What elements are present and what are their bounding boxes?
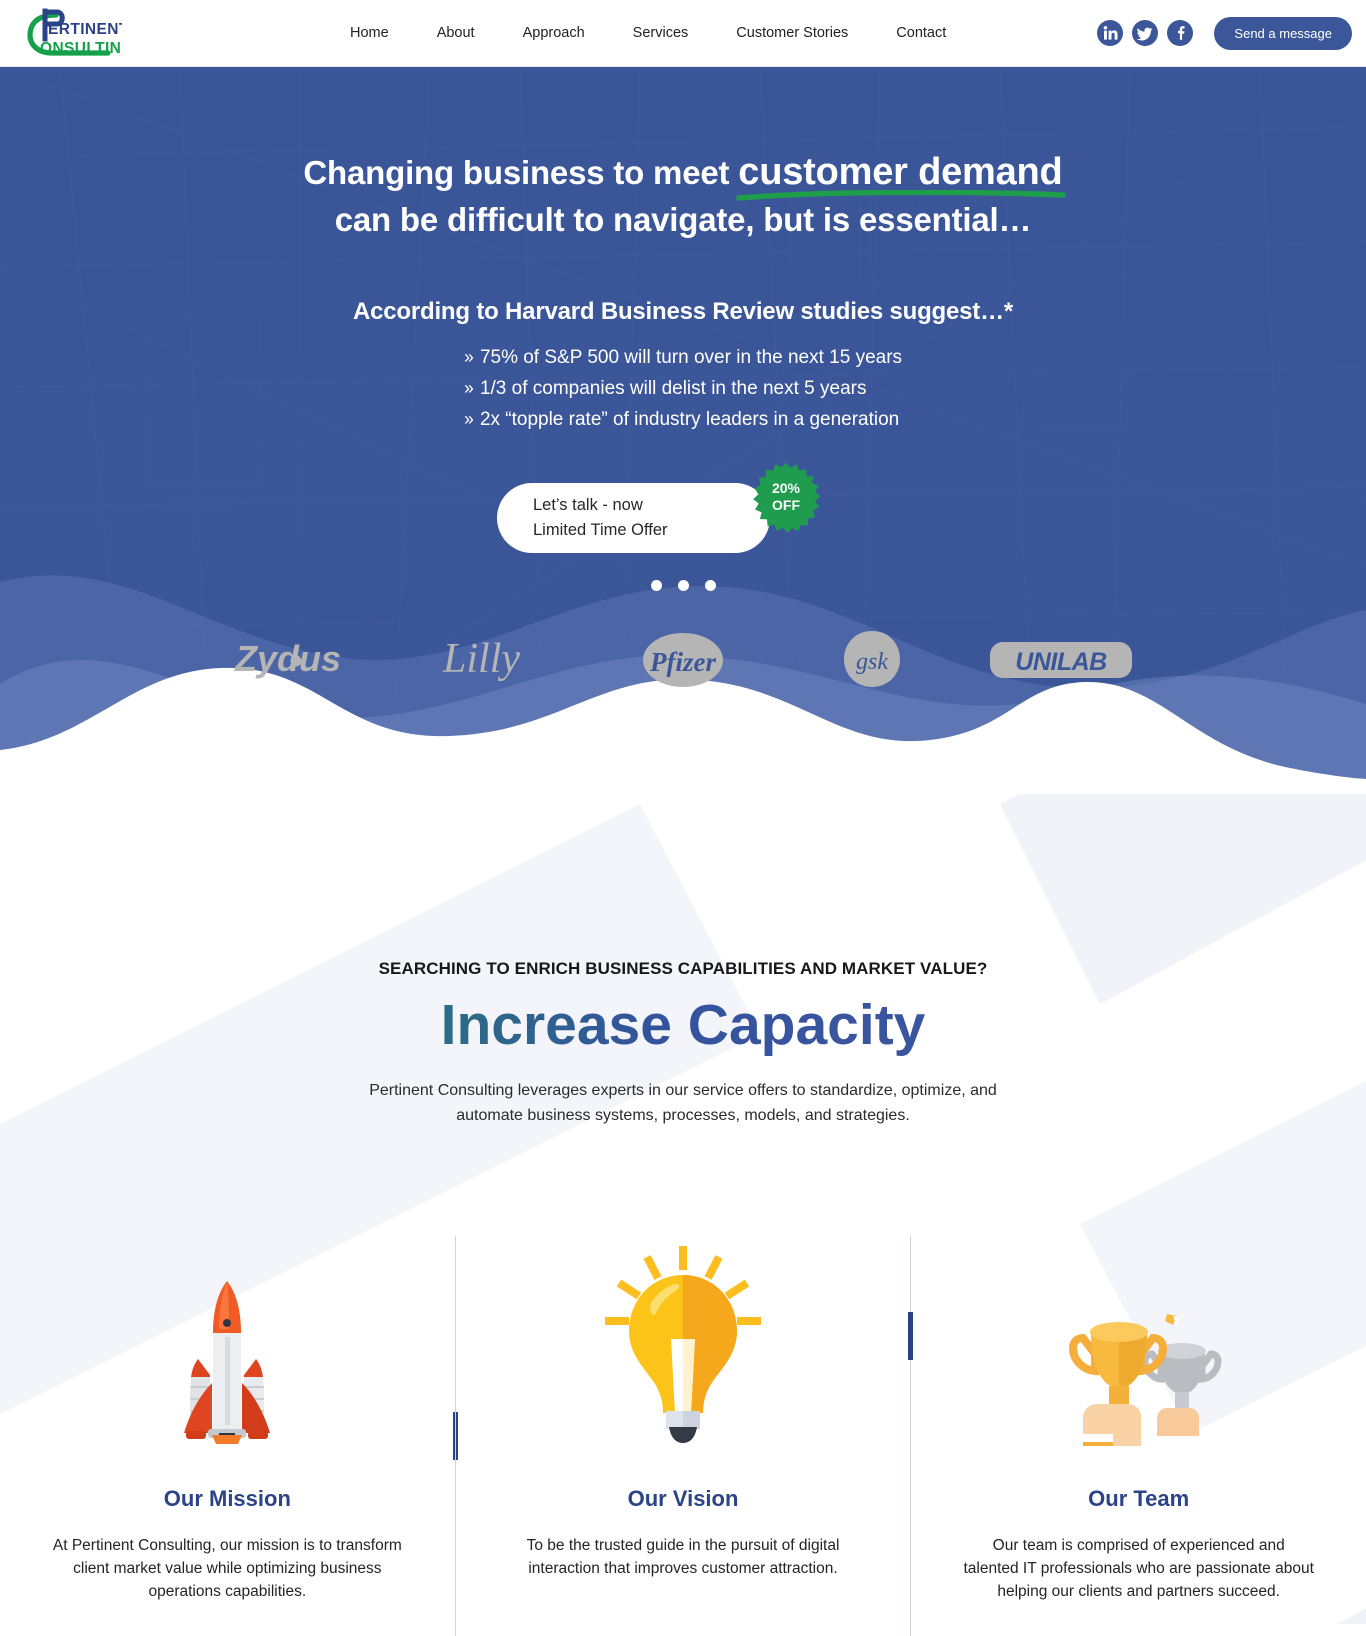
svg-text:ONSULTING: ONSULTING — [40, 40, 122, 57]
svg-text:ERTINENT: ERTINENT — [48, 21, 122, 38]
nav-item-about[interactable]: About — [437, 25, 475, 41]
svg-text:UNILAB: UNILAB — [1015, 648, 1107, 676]
hero-cta-area: Let’s talk - now Limited Time Offer 20% O… — [0, 462, 1366, 563]
header-actions: Send a message — [1097, 16, 1352, 50]
card-title: Our Team — [1088, 1486, 1190, 1511]
client-logo-strip: Zydus Lilly Pfizer gsk UNILAB — [0, 629, 1366, 691]
hero-bullet-item: ›› 2x “topple rate” of industry leaders i… — [464, 404, 902, 435]
headline-line-2: can be difficult to navigate, but is ess… — [334, 201, 1032, 238]
chevron-double-right-icon: ›› — [463, 378, 474, 398]
hero-bullet-item: ›› 75% of S&P 500 will turn over in the n… — [464, 342, 902, 373]
badge-off: OFF — [772, 497, 800, 513]
hero-section: Changing business to meet customer deman… — [0, 67, 1366, 794]
svg-text:gsk: gsk — [856, 649, 888, 675]
card-title: Our Mission — [163, 1486, 291, 1511]
send-message-button[interactable]: Send a message — [1214, 16, 1352, 50]
section-title: Increase Capacity — [0, 993, 1366, 1057]
gsk-logo-icon: gsk — [844, 631, 900, 687]
brand-logo[interactable]: ERTINENT ONSULTING — [12, 5, 133, 61]
lets-talk-button[interactable]: Let’s talk - now Limited Time Offer — [497, 483, 770, 553]
svg-text:Pfizer: Pfizer — [649, 647, 716, 677]
logo-lilly: Lilly — [400, 632, 589, 688]
carousel-dot-2[interactable] — [677, 580, 689, 591]
underline-swash-icon — [736, 190, 1067, 201]
linkedin-icon[interactable] — [1097, 20, 1124, 46]
section-lede: Pertinent Consulting leverages experts i… — [369, 1082, 997, 1124]
carousel-dots — [0, 580, 1366, 591]
main-nav: Home About Approach Services Customer St… — [350, 25, 946, 41]
svg-text:Zydus: Zydus — [234, 638, 341, 679]
badge-text: 20% OFF — [772, 480, 800, 514]
card-our-mission: Our Mission At Pertinent Consulting, our… — [0, 1236, 458, 1636]
hero-bullet-text: 75% of S&P 500 will turn over in the nex… — [479, 347, 903, 368]
site-header: ERTINENT ONSULTING Home About Approach S… — [0, 0, 1366, 67]
trophy-icon — [1068, 1314, 1222, 1446]
unilab-logo-icon: UNILAB — [990, 642, 1132, 678]
hero-bullet-list: ›› 75% of S&P 500 will turn over in the n… — [464, 342, 902, 435]
logo-gsk: gsk — [778, 629, 967, 691]
card-title: Our Vision — [627, 1486, 739, 1511]
hero-bullet-item: ›› 1/3 of companies will delist in the ne… — [464, 373, 902, 404]
badge-percent: 20% — [771, 480, 801, 496]
logo-zydus: Zydus — [211, 637, 400, 683]
value-cards: Our Mission At Pertinent Consulting, our… — [0, 1236, 1366, 1636]
lilly-logo-icon: Lilly — [442, 636, 520, 682]
headline-emphasis: customer demand — [736, 149, 1067, 201]
hero-bullet-text: 1/3 of companies will delist in the next… — [479, 378, 867, 399]
hero-headline: Changing business to meet customer deman… — [0, 149, 1366, 243]
nav-item-home[interactable]: Home — [350, 25, 389, 41]
carousel-dot-1[interactable] — [650, 580, 662, 591]
nav-item-approach[interactable]: Approach — [523, 25, 585, 41]
lightbulb-icon — [605, 1246, 761, 1443]
discount-badge: 20% OFF — [750, 461, 822, 533]
hero-bullet-text: 2x “topple rate” of industry leaders in … — [479, 409, 900, 430]
increase-capacity-section: SEARCHING TO ENRICH BUSINESS CAPABILITIE… — [0, 794, 1366, 1636]
nav-item-contact[interactable]: Contact — [896, 25, 946, 41]
chevron-double-right-icon: ›› — [463, 347, 474, 367]
nav-item-customer-stories[interactable]: Customer Stories — [736, 25, 848, 41]
card-icon-wrap — [52, 1236, 403, 1446]
card-our-vision: Our Vision To be the trusted guide in th… — [454, 1236, 911, 1636]
twitter-icon[interactable] — [1132, 20, 1159, 46]
card-accent-bar — [908, 1312, 914, 1360]
card-body: To be the trusted guide in the pursuit o… — [526, 1537, 840, 1577]
zydus-logo-icon: Zydus — [234, 638, 341, 679]
hero-subheadline: According to Harvard Business Review stu… — [352, 298, 1014, 325]
card-icon-wrap — [508, 1236, 859, 1446]
headline-emphasis-text: customer demand — [738, 151, 1063, 193]
card-body: Our team is comprised of experienced and… — [963, 1537, 1314, 1600]
svg-text:Lilly: Lilly — [442, 636, 520, 682]
pfizer-logo-icon: Pfizer — [643, 633, 723, 687]
cta-line-2: Limited Time Offer — [533, 521, 668, 539]
carousel-dot-3[interactable] — [704, 580, 716, 591]
logo-unilab: UNILAB — [967, 639, 1156, 681]
chevron-double-right-icon: ›› — [463, 409, 474, 429]
section-kicker: SEARCHING TO ENRICH BUSINESS CAPABILITIE… — [378, 959, 988, 978]
nav-item-services[interactable]: Services — [633, 25, 689, 41]
card-icon-wrap — [963, 1236, 1314, 1446]
cta-line-1: Let’s talk - now — [533, 496, 643, 514]
rocket-icon — [184, 1281, 271, 1444]
logo-pfizer: Pfizer — [589, 629, 778, 691]
card-body: At Pertinent Consulting, our mission is … — [52, 1537, 402, 1600]
card-our-team: Our Team Our team is comprised of experi… — [908, 1236, 1366, 1636]
headline-text-1: Changing business to meet — [303, 154, 739, 191]
facebook-icon[interactable] — [1167, 20, 1194, 46]
